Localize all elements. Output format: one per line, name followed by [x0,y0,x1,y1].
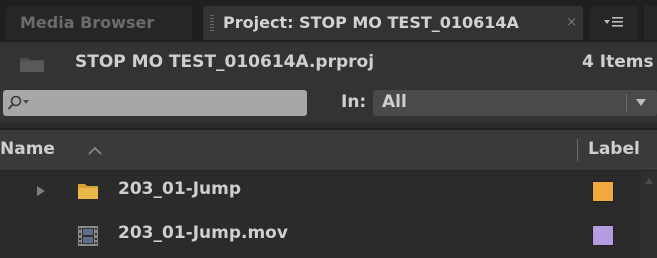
chevron-down-icon [636,99,646,106]
tab-project-label: Project: STOP MO TEST_010614A [223,13,519,32]
search-input[interactable] [3,90,307,116]
film-icon [78,226,98,246]
in-label: In: [341,92,367,112]
panel-menu-button[interactable] [590,6,638,40]
column-header-row: Name Label [0,130,657,171]
tab-media-browser[interactable]: Media Browser [6,6,192,40]
tab-media-browser-label: Media Browser [20,13,155,32]
disclosure-triangle-icon[interactable] [36,185,46,197]
item-name: 203_01-Jump [118,179,242,199]
column-header-name[interactable]: Name [0,139,55,159]
scrollbar[interactable] [641,171,657,258]
item-name: 203_01-Jump.mov [118,223,288,243]
column-separator[interactable] [577,139,578,161]
tab-project[interactable]: Project: STOP MO TEST_010614A × [203,6,583,40]
project-header: STOP MO TEST_010614A.prproj 4 Items [0,42,657,86]
search-row: In: All [0,86,657,122]
label-color-swatch[interactable] [592,181,614,202]
tab-grip-icon[interactable] [210,15,214,31]
in-dropdown[interactable]: All [373,90,657,116]
project-folder-icon [20,58,44,72]
tab-overflow [644,6,657,40]
close-icon[interactable]: × [566,6,577,40]
folder-icon [78,184,98,199]
column-header-label[interactable]: Label [588,139,640,159]
project-name: STOP MO TEST_010614A.prproj [75,52,375,72]
list-item[interactable]: 203_01-Jump [0,171,641,211]
tab-bar: Media Browser Project: STOP MO TEST_0106… [0,0,657,42]
dropdown-divider [626,94,627,112]
panel-menu-icon [604,17,623,27]
sort-ascending-icon[interactable] [87,146,103,156]
list-item[interactable]: 203_01-Jump.mov [0,215,641,255]
search-icon [7,95,29,110]
project-panel: Media Browser Project: STOP MO TEST_0106… [0,0,657,258]
item-count: 4 Items [582,52,654,72]
scroll-up-icon[interactable] [644,177,654,185]
label-color-swatch[interactable] [592,225,614,246]
in-dropdown-value: All [382,92,407,112]
